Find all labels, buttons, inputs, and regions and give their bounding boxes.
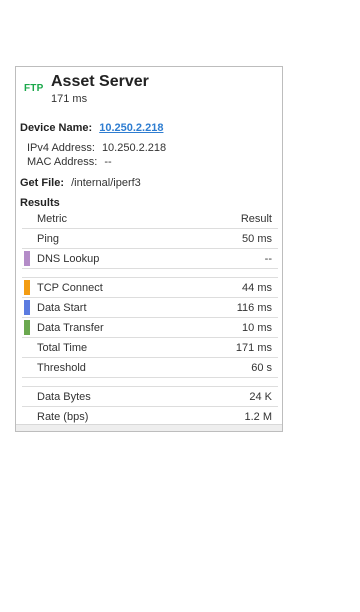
- mac-value: --: [104, 156, 112, 168]
- metric-value: 171 ms: [235, 342, 272, 354]
- table-row: TCP Connect 44 ms: [22, 278, 278, 298]
- device-name-label: Device Name:: [20, 122, 93, 134]
- metric-value: 1.2 M: [244, 411, 272, 423]
- metric-value: 24 K: [249, 391, 272, 403]
- section-divider: [22, 269, 278, 278]
- metric-value: 116 ms: [236, 302, 272, 314]
- ipv4-value: 10.250.2.218: [101, 142, 167, 154]
- page-title: Asset Server: [51, 73, 149, 90]
- total-time-subtitle: 171 ms: [51, 93, 88, 105]
- metric-value: --: [264, 253, 272, 265]
- metric-column-header: Metric: [37, 213, 67, 225]
- get-file-label: Get File:: [20, 177, 65, 189]
- ipv4-row: IPv4 Address: 10.250.2.218: [27, 142, 166, 154]
- table-header-row: Metric Result: [22, 209, 278, 229]
- metric-label: Rate (bps): [37, 411, 89, 423]
- table-row: Ping 50 ms: [22, 229, 278, 249]
- results-table: Metric Result Ping 50 ms DNS Lookup -- T…: [22, 209, 278, 427]
- table-row: Total Time 171 ms: [22, 338, 278, 358]
- table-row: Data Transfer 10 ms: [22, 318, 278, 338]
- metric-value: 50 ms: [242, 233, 272, 245]
- result-column-header: Result: [240, 213, 272, 225]
- scroll-fade-edge: [16, 424, 282, 431]
- table-row: Data Start 116 ms: [22, 298, 278, 318]
- mac-row: MAC Address: --: [27, 156, 112, 168]
- metric-label: Data Start: [37, 302, 87, 314]
- tcp-connect-color-swatch: [24, 280, 30, 295]
- get-file-row: Get File: /internal/iperf3: [20, 177, 141, 189]
- get-file-path: /internal/iperf3: [71, 177, 141, 189]
- device-name-link[interactable]: 10.250.2.218: [99, 122, 163, 134]
- results-heading: Results: [20, 197, 60, 209]
- ftp-protocol-icon: FTP: [24, 83, 44, 94]
- card-header: FTP Asset Server 171 ms: [16, 67, 282, 111]
- metric-label: Data Transfer: [37, 322, 104, 334]
- metric-label: Total Time: [37, 342, 88, 354]
- metric-value: 60 s: [251, 362, 272, 374]
- data-start-color-swatch: [24, 300, 30, 315]
- metric-value: 44 ms: [242, 282, 272, 294]
- table-row: Threshold 60 s: [22, 358, 278, 378]
- mac-label: MAC Address:: [27, 156, 98, 168]
- dns-lookup-color-swatch: [24, 251, 30, 266]
- device-name-row: Device Name: 10.250.2.218: [20, 122, 163, 134]
- table-row: Data Bytes 24 K: [22, 387, 278, 407]
- data-transfer-color-swatch: [24, 320, 30, 335]
- metric-label: DNS Lookup: [37, 253, 100, 265]
- metric-value: 10 ms: [242, 322, 272, 334]
- section-divider: [22, 378, 278, 387]
- asset-server-card: FTP Asset Server 171 ms Device Name: 10.…: [15, 66, 283, 432]
- metric-label: Data Bytes: [37, 391, 91, 403]
- metric-label: TCP Connect: [37, 282, 103, 294]
- metric-label: Ping: [37, 233, 60, 245]
- metric-label: Threshold: [37, 362, 86, 374]
- table-row: DNS Lookup --: [22, 249, 278, 269]
- ipv4-label: IPv4 Address:: [27, 142, 95, 154]
